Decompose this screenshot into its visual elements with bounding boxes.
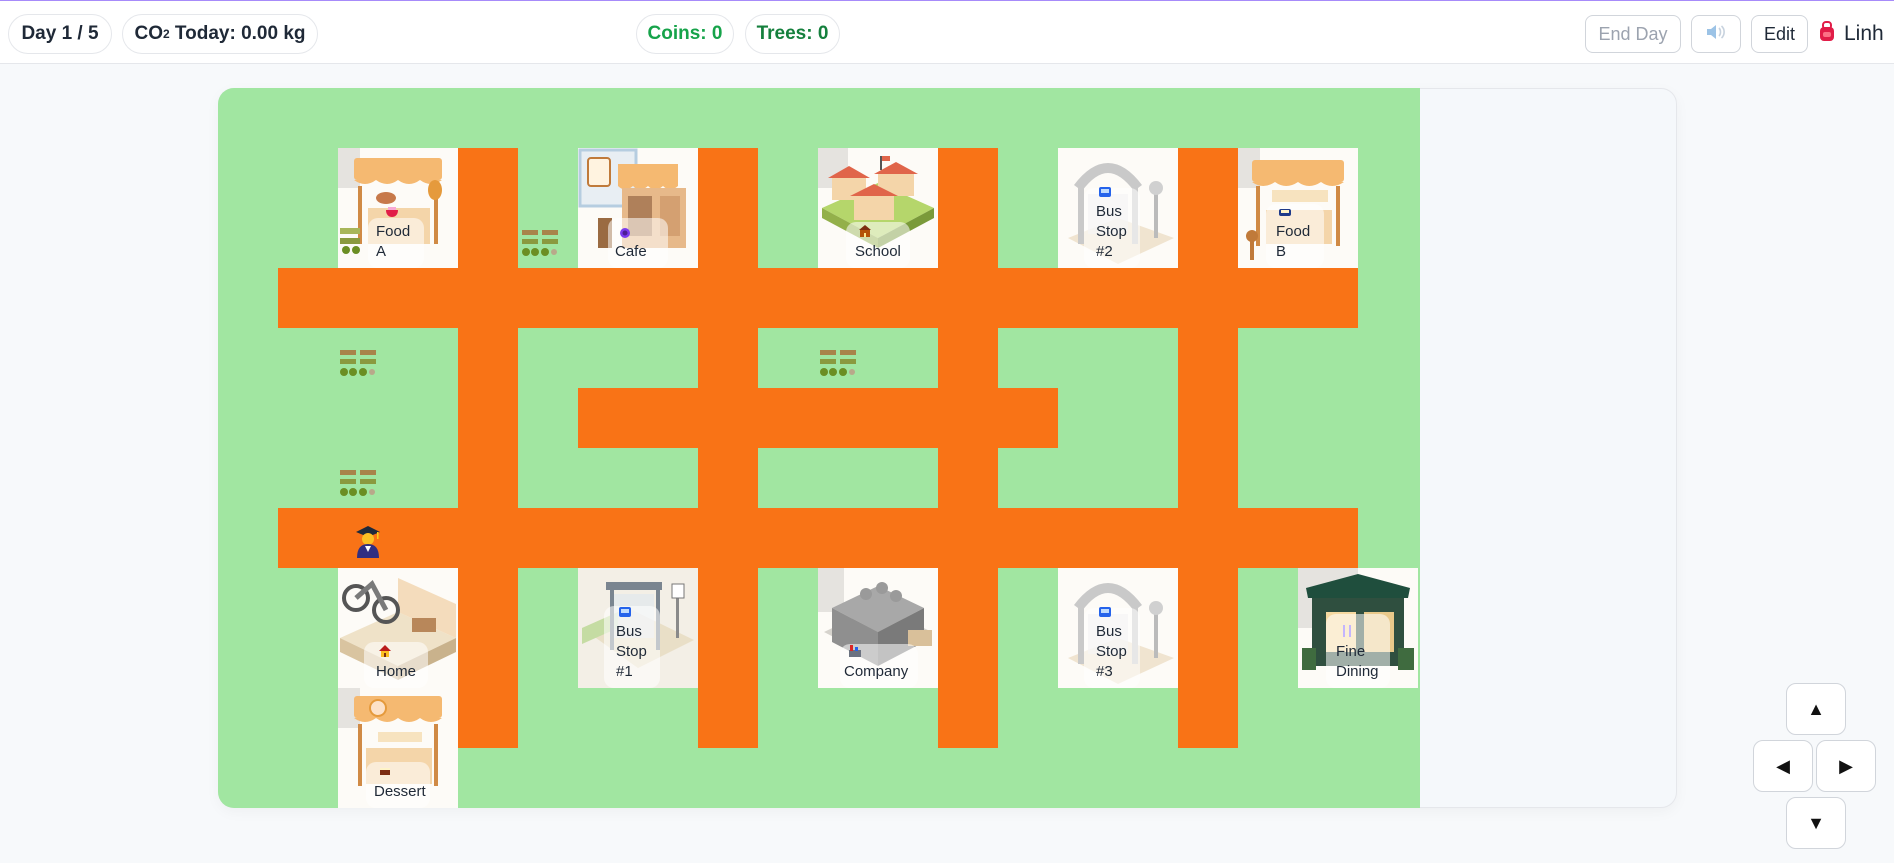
bus-stop-1-label-line1: Bus	[616, 623, 642, 640]
arrow-down-icon: ▼	[1807, 812, 1825, 833]
food-a-label-line1: Food	[376, 223, 411, 240]
food-b-label-line2: B	[1276, 243, 1287, 260]
dessert-label: Dessert	[374, 783, 426, 800]
home-label: Home	[376, 663, 417, 680]
arrow-up-icon: ▲	[1807, 698, 1825, 719]
bus-stop-1-label-line3: #1	[616, 663, 633, 680]
speaker-icon	[1705, 22, 1727, 47]
co2-counter: CO 2 Today: 0.00 kg	[122, 14, 318, 54]
bus-stop-1-tile[interactable]: Bus Stop #1	[578, 568, 698, 688]
company-tile[interactable]: Company	[818, 568, 938, 688]
arrow-left-icon: ◀	[1776, 755, 1790, 776]
user-menu[interactable]: Linh	[1818, 15, 1884, 53]
coins-counter: Coins: 0	[636, 14, 734, 54]
bus-stop-2-label-line3: #2	[1096, 243, 1113, 260]
company-label: Company	[844, 663, 909, 680]
day-text: Day 1 / 5	[21, 23, 99, 44]
dessert-tile[interactable]: Dessert	[338, 688, 458, 808]
edit-label: Edit	[1763, 23, 1796, 44]
fine-dining-tile[interactable]: Fine Dining	[1298, 568, 1418, 688]
move-right-button[interactable]: ▶	[1816, 740, 1876, 792]
school-label: School	[855, 243, 901, 260]
school-tile[interactable]: School	[818, 148, 938, 268]
road-v4	[1178, 148, 1238, 748]
arrow-right-icon: ▶	[1839, 755, 1853, 776]
move-down-button[interactable]: ▼	[1786, 797, 1846, 849]
end-day-label: End Day	[1598, 23, 1668, 44]
trees-counter: Trees: 0	[745, 14, 840, 54]
user-name: Linh	[1844, 22, 1884, 45]
bus-stop-3-label-line1: Bus	[1096, 623, 1122, 640]
road-v3	[938, 148, 998, 748]
edit-button[interactable]: Edit	[1751, 15, 1808, 53]
fine-dining-label-line2: Dining	[1336, 663, 1379, 680]
bus-stop-2-tile[interactable]: Bus Stop #2	[1058, 148, 1178, 268]
shrub-decoration	[340, 350, 376, 376]
co2-prefix: CO	[134, 23, 163, 44]
food-a-label-line2: A	[376, 243, 387, 260]
end-day-button[interactable]: End Day	[1585, 15, 1681, 53]
food-b-label-line1: Food	[1276, 223, 1311, 240]
co2-subscript: 2	[162, 27, 170, 41]
day-counter: Day 1 / 5	[8, 14, 112, 54]
move-left-button[interactable]: ◀	[1753, 740, 1813, 792]
shrub-decoration	[522, 230, 558, 256]
co2-value: Today: 0.00 kg	[169, 23, 306, 44]
coins-text: Coins: 0	[647, 23, 723, 44]
bus-stop-2-label-line1: Bus	[1096, 203, 1122, 220]
food-a-tile[interactable]: Food A	[338, 148, 458, 268]
sound-button[interactable]	[1691, 15, 1741, 53]
fine-dining-label-line1: Fine	[1336, 643, 1366, 660]
cafe-tile[interactable]: Cafe	[578, 148, 698, 268]
trees-text: Trees: 0	[756, 23, 829, 44]
road-v2	[698, 148, 758, 748]
road-v1	[458, 148, 518, 748]
student-icon	[356, 526, 380, 558]
shrub-decoration	[820, 350, 856, 376]
bus-stop-2-label-line2: Stop	[1096, 223, 1127, 240]
bus-stop-3-label-line2: Stop	[1096, 643, 1127, 660]
bus-stop-3-tile[interactable]: Bus Stop #3	[1058, 568, 1178, 688]
avatar-icon	[1818, 20, 1836, 48]
food-b-tile[interactable]: Food B	[1238, 148, 1358, 268]
top-bar: Day 1 / 5 CO 2 Today: 0.00 kg Coins: 0 Tr…	[0, 0, 1894, 64]
bus-stop-3-label-line3: #3	[1096, 663, 1113, 680]
move-up-button[interactable]: ▲	[1786, 683, 1846, 735]
shrub-decoration	[340, 470, 376, 496]
home-tile[interactable]: Home	[338, 568, 458, 688]
cafe-label: Cafe	[615, 243, 647, 260]
bus-stop-1-label-line2: Stop	[616, 643, 647, 660]
game-board[interactable]: Food A Cafe School Bus Stop #2 Food B Ho…	[218, 88, 1420, 808]
